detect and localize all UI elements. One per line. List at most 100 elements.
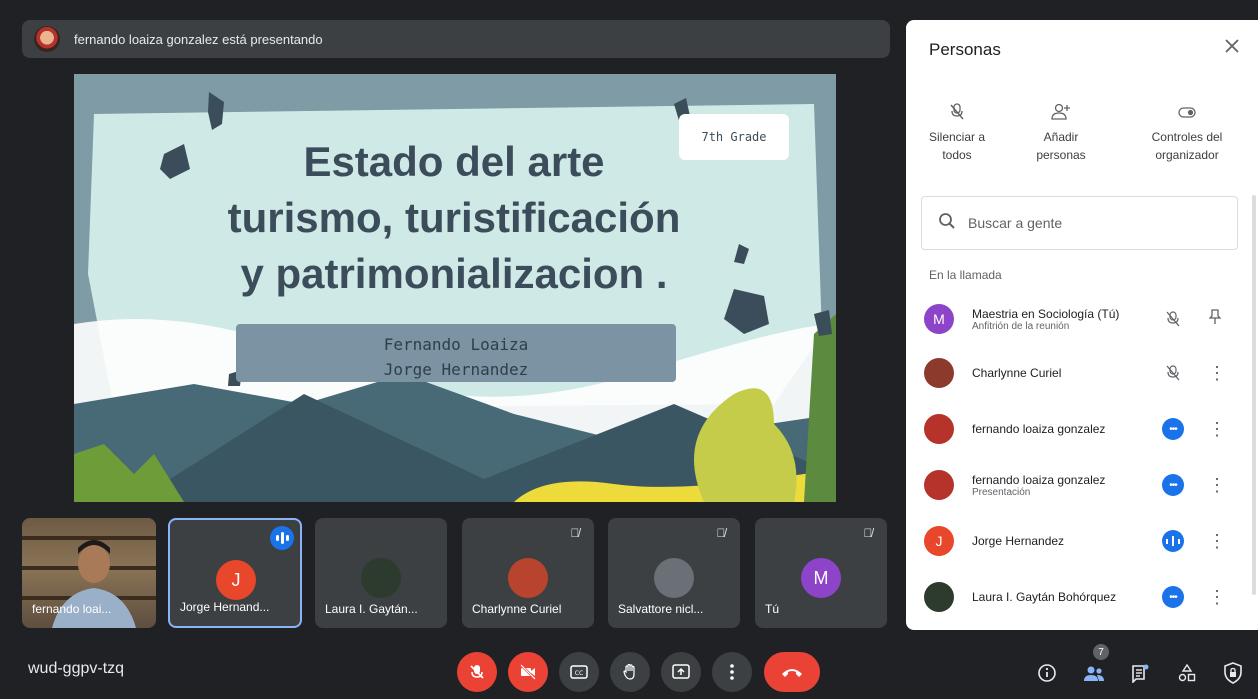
mic-toggle-button[interactable] (457, 652, 497, 692)
speaking-indicator-icon (1162, 530, 1184, 552)
more-options-button[interactable] (712, 652, 752, 692)
mic-off-icon (1162, 308, 1184, 330)
close-icon (1225, 39, 1239, 53)
tile-name: Salvattore nicl... (618, 602, 704, 616)
mic-off-icon (950, 103, 964, 120)
participant-tile-active[interactable]: J Jorge Hernand... (168, 518, 302, 628)
more-options-icon[interactable]: ⋮ (1208, 363, 1226, 384)
action-label: Añadir (1043, 130, 1079, 144)
tile-name: Jorge Hernand... (180, 600, 270, 614)
captions-button[interactable]: CC (559, 652, 599, 692)
participant-row[interactable]: J Jorge Hernandez ⋮ (924, 516, 1244, 566)
presenting-banner: fernando loaiza gonzalez está presentand… (22, 20, 890, 58)
participant-row[interactable]: fernando loaiza gonzalez ••• ⋮ (924, 404, 1244, 454)
lock-shield-icon (1224, 662, 1242, 684)
participant-name: Jorge Hernandez (972, 534, 1065, 548)
pin-icon (1208, 308, 1222, 324)
activities-button[interactable] (1174, 660, 1200, 686)
shared-slide: 7th Grade Estado del arte turismo, turis… (74, 74, 836, 502)
raise-hand-button[interactable] (610, 652, 650, 692)
participant-name: Laura I. Gaytán Bohórquez (972, 590, 1117, 604)
svg-text:CC: CC (575, 670, 583, 677)
camera-off-icon (520, 664, 536, 680)
more-options-icon[interactable]: ⋮ (1208, 475, 1226, 496)
participant-name: fernando loaiza gonzalez (972, 422, 1106, 436)
search-box[interactable] (921, 196, 1238, 250)
avatar (924, 358, 954, 388)
participant-subtitle: Presentación (972, 486, 1031, 498)
mic-off-icon (470, 665, 484, 679)
slide-title-line-2: turismo, turistificación (227, 194, 681, 241)
participant-row[interactable]: M Maestria en Sociología (Tú) Anfitrión … (924, 294, 1244, 344)
speaking-status-icon: ••• (1162, 418, 1184, 440)
people-icon (1084, 666, 1104, 681)
mic-off-icon: 🎙̸ (863, 526, 873, 540)
participant-row[interactable]: Laura I. Gaytán Bohórquez ••• ⋮ (924, 572, 1244, 622)
action-label: personas (1036, 148, 1086, 162)
more-options-icon[interactable]: ⋮ (1208, 531, 1226, 552)
search-icon (938, 212, 956, 235)
presenting-text: fernando loaiza gonzalez está presentand… (74, 31, 323, 47)
avatar: M (801, 558, 841, 598)
avatar (361, 558, 401, 598)
leave-call-button[interactable] (764, 652, 820, 692)
avatar: M (924, 304, 954, 334)
more-options-icon[interactable]: ⋮ (1208, 419, 1226, 440)
author-2: Jorge Hernandez (383, 360, 529, 379)
toggle-icon (1178, 107, 1196, 118)
presenter-avatar (34, 26, 60, 52)
participant-tile[interactable]: 🎙̸ Charlynne Curiel (462, 518, 594, 628)
panel-scrollbar[interactable] (1252, 195, 1256, 595)
hang-up-icon (782, 669, 802, 677)
slide-authors: Fernando Loaiza Jorge Hernandez (236, 324, 676, 394)
speaking-status-icon: ••• (1162, 474, 1184, 496)
participant-row[interactable]: Charlynne Curiel ⋮ (924, 348, 1244, 398)
participant-tile[interactable]: 🎙̸ Salvattore nicl... (608, 518, 740, 628)
mic-off-icon (1162, 362, 1184, 384)
tile-name: Charlynne Curiel (472, 602, 562, 616)
mute-all-button[interactable]: Silenciar a todos (906, 102, 1012, 164)
hand-icon (623, 663, 635, 680)
action-label: Silenciar a (928, 130, 986, 144)
participant-name: fernando loaiza gonzalez (972, 472, 1106, 487)
action-label: todos (942, 148, 972, 162)
avatar (924, 414, 954, 444)
panel-title: Personas (929, 40, 1001, 59)
action-label: organizador (1155, 148, 1219, 162)
activities-icon (1178, 663, 1196, 682)
present-icon (672, 664, 690, 679)
meeting-info-button[interactable] (1034, 660, 1060, 686)
camera-toggle-button[interactable] (508, 652, 548, 692)
author-1: Fernando Loaiza (383, 335, 529, 354)
avatar: J (216, 560, 256, 600)
participant-subtitle: Anfitrión de la reunión (972, 320, 1070, 332)
search-input[interactable] (968, 215, 1218, 231)
present-button[interactable] (661, 652, 701, 692)
participant-row[interactable]: fernando loaiza gonzalez Presentación ••… (924, 460, 1244, 510)
add-people-button[interactable]: Añadir personas (1006, 102, 1116, 164)
more-options-icon[interactable]: ⋮ (1208, 587, 1226, 608)
participant-tile[interactable]: Laura I. Gaytán... (315, 518, 447, 628)
captions-icon: CC (570, 665, 588, 679)
people-button[interactable]: 7 (1081, 644, 1109, 686)
participant-name: Maestria en Sociología (Tú) (972, 306, 1120, 321)
action-label: Controles del (1151, 130, 1223, 144)
pin-button[interactable] (1208, 308, 1222, 330)
avatar (924, 470, 954, 500)
chat-button[interactable] (1127, 660, 1153, 686)
slide-title-line-3: y patrimonializacion . (240, 250, 668, 297)
mic-off-icon: 🎙̸ (570, 526, 580, 540)
close-panel-button[interactable] (1224, 37, 1240, 60)
participant-tile[interactable]: 🎙̸ M Tú (755, 518, 887, 628)
participant-count-badge: 7 (1093, 644, 1109, 660)
tile-name: Laura I. Gaytán... (325, 602, 418, 616)
host-controls-button[interactable] (1220, 660, 1246, 686)
slide-title-line-1: Estado del arte (303, 138, 605, 185)
chat-icon (1132, 664, 1149, 683)
avatar (654, 558, 694, 598)
participant-tile[interactable]: fernando loai... (22, 518, 156, 628)
avatar (508, 558, 548, 598)
avatar (924, 582, 954, 612)
host-controls-panel-button[interactable]: Controles del organizador (1132, 102, 1242, 164)
tile-name: Tú (765, 602, 780, 616)
